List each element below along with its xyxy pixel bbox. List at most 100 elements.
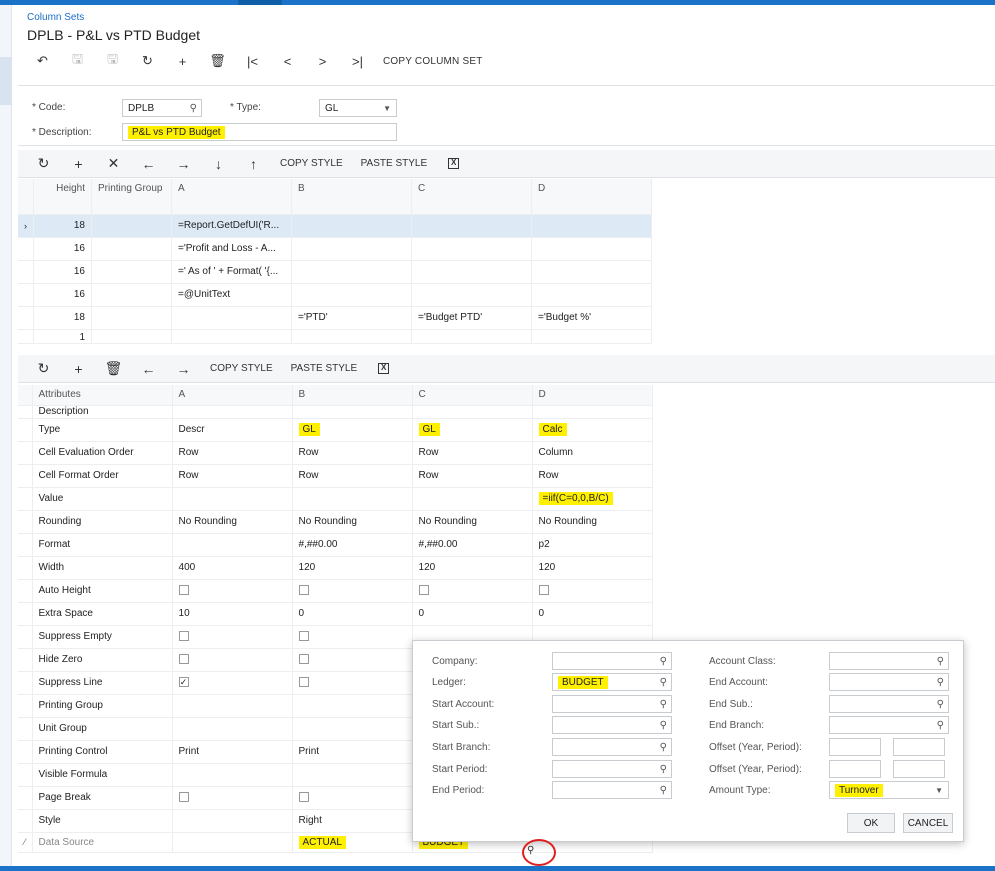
start-sub-field[interactable]: ⚲ <box>552 716 672 734</box>
checkbox[interactable] <box>418 585 429 596</box>
prev-icon[interactable]: < <box>270 52 305 70</box>
cell-a[interactable]: Row <box>172 441 293 465</box>
cell-a[interactable]: No Rounding <box>172 510 293 534</box>
cell-c[interactable] <box>412 579 533 603</box>
cell-d[interactable] <box>532 579 653 603</box>
type-select[interactable]: GL ▼ <box>319 99 397 117</box>
cell-b[interactable] <box>292 579 413 603</box>
cell-b[interactable]: 0 <box>292 602 413 626</box>
last-icon[interactable]: >| <box>340 52 375 70</box>
first-icon[interactable]: |< <box>235 52 270 70</box>
table-row[interactable]: Auto Height <box>18 579 653 603</box>
cell-b[interactable] <box>291 237 412 261</box>
printing-group-cell[interactable] <box>91 237 172 261</box>
cell-a[interactable]: 400 <box>172 556 293 580</box>
cell-c[interactable] <box>411 283 532 307</box>
table-row[interactable]: Type Descr GL GL Calc <box>18 418 653 442</box>
cell-c[interactable] <box>411 214 532 238</box>
cell-c[interactable] <box>411 237 532 261</box>
trash-icon[interactable]: 🗑 <box>96 359 131 379</box>
cell-b[interactable]: #,##0.00 <box>292 533 413 557</box>
cell-b[interactable]: Row <box>292 464 413 488</box>
cell-d[interactable] <box>531 214 652 238</box>
cell-a[interactable] <box>172 694 293 718</box>
cancel-button[interactable]: CANCEL <box>903 813 953 833</box>
checkbox[interactable] <box>298 585 309 596</box>
cell-a[interactable]: ='Profit and Loss - A... <box>171 237 292 261</box>
search-icon[interactable]: ⚲ <box>937 677 944 688</box>
cell-a[interactable]: =' As of ' + Format( '{... <box>171 260 292 284</box>
cell-d[interactable] <box>531 260 652 284</box>
height-cell[interactable]: 16 <box>33 237 92 261</box>
save-close-icon[interactable]: 🖫 <box>95 51 130 70</box>
cell-b[interactable]: Print <box>292 740 413 764</box>
checkbox[interactable] <box>298 631 309 642</box>
close-icon[interactable]: ✕ <box>96 154 131 174</box>
checkbox[interactable] <box>178 631 189 642</box>
cell-b[interactable] <box>291 260 412 284</box>
copy-column-set-button[interactable]: COPY COLUMN SET <box>375 52 491 70</box>
paste-style-button[interactable]: PASTE STYLE <box>282 359 367 379</box>
cell-d[interactable]: Calc <box>532 418 653 442</box>
next-icon[interactable]: > <box>305 52 340 70</box>
cell-a[interactable] <box>171 329 292 344</box>
checkbox[interactable] <box>298 792 309 803</box>
cell-a[interactable] <box>172 625 293 649</box>
cell-b[interactable]: 120 <box>292 556 413 580</box>
breadcrumb[interactable]: Column Sets <box>27 12 84 23</box>
cell-b[interactable] <box>292 694 413 718</box>
cell-a[interactable]: ✓ <box>172 671 293 695</box>
checkbox[interactable] <box>538 585 549 596</box>
copy-style-button[interactable]: COPY STYLE <box>201 359 282 379</box>
cell-b[interactable] <box>292 763 413 787</box>
refresh-icon[interactable]: ↻ <box>26 359 61 379</box>
offset-period-field[interactable] <box>893 738 945 756</box>
height-cell[interactable]: 16 <box>33 283 92 307</box>
cell-a[interactable]: Row <box>172 464 293 488</box>
cell-a[interactable] <box>172 786 293 810</box>
table-row[interactable]: 16 ='Profit and Loss - A... <box>18 237 652 261</box>
refresh-icon[interactable]: ↻ <box>26 154 61 174</box>
table-row[interactable]: Format #,##0.00 #,##0.00 p2 <box>18 533 653 557</box>
search-icon[interactable]: ⚲ <box>660 785 667 796</box>
cell-c[interactable]: 0 <box>412 602 533 626</box>
cell-d[interactable] <box>531 237 652 261</box>
cell-a[interactable]: 10 <box>172 602 293 626</box>
cell-a[interactable] <box>172 763 293 787</box>
cell-d[interactable]: p2 <box>532 533 653 557</box>
back-arrow-icon[interactable]: ↶ <box>25 52 60 70</box>
save-icon[interactable]: 🖫 <box>60 51 95 70</box>
printing-group-cell[interactable] <box>91 283 172 307</box>
checkbox[interactable] <box>178 654 189 665</box>
cell-b[interactable] <box>292 625 413 649</box>
cell-d[interactable]: No Rounding <box>532 510 653 534</box>
undo-icon[interactable]: ↻ <box>130 52 165 70</box>
cell-b[interactable] <box>291 329 412 344</box>
cell-a[interactable]: =@UnitText <box>171 283 292 307</box>
table-row[interactable]: Width 400 120 120 120 <box>18 556 653 580</box>
cell-a[interactable]: =Report.GetDefUI('R... <box>171 214 292 238</box>
cell-d[interactable]: =iif(C=0,0,B/C) <box>532 487 653 511</box>
plus-icon[interactable]: + <box>165 52 200 70</box>
cell-b[interactable] <box>292 487 413 511</box>
copy-style-button[interactable]: COPY STYLE <box>271 154 352 174</box>
cell-b[interactable] <box>291 214 412 238</box>
cell-a[interactable]: Print <box>172 740 293 764</box>
arrow-left-icon[interactable]: ← <box>131 359 166 379</box>
end-account-field[interactable]: ⚲ <box>829 673 949 691</box>
arrow-up-icon[interactable]: ↑ <box>236 154 271 174</box>
checkbox[interactable] <box>298 654 309 665</box>
paste-style-button[interactable]: PASTE STYLE <box>352 154 437 174</box>
cell-b[interactable]: Right <box>292 809 413 833</box>
arrow-right-icon[interactable]: → <box>166 359 201 379</box>
table-row[interactable]: › 18 =Report.GetDefUI('R... <box>18 214 652 238</box>
cell-a[interactable] <box>172 579 293 603</box>
printing-group-cell[interactable] <box>91 214 172 238</box>
arrow-right-icon[interactable]: → <box>166 154 201 174</box>
cell-c[interactable]: #,##0.00 <box>412 533 533 557</box>
cell-d[interactable] <box>531 283 652 307</box>
checkbox[interactable] <box>298 677 309 688</box>
cell-d[interactable]: Column <box>532 441 653 465</box>
cell-b[interactable] <box>292 671 413 695</box>
search-icon[interactable]: ⚲ <box>660 699 667 710</box>
